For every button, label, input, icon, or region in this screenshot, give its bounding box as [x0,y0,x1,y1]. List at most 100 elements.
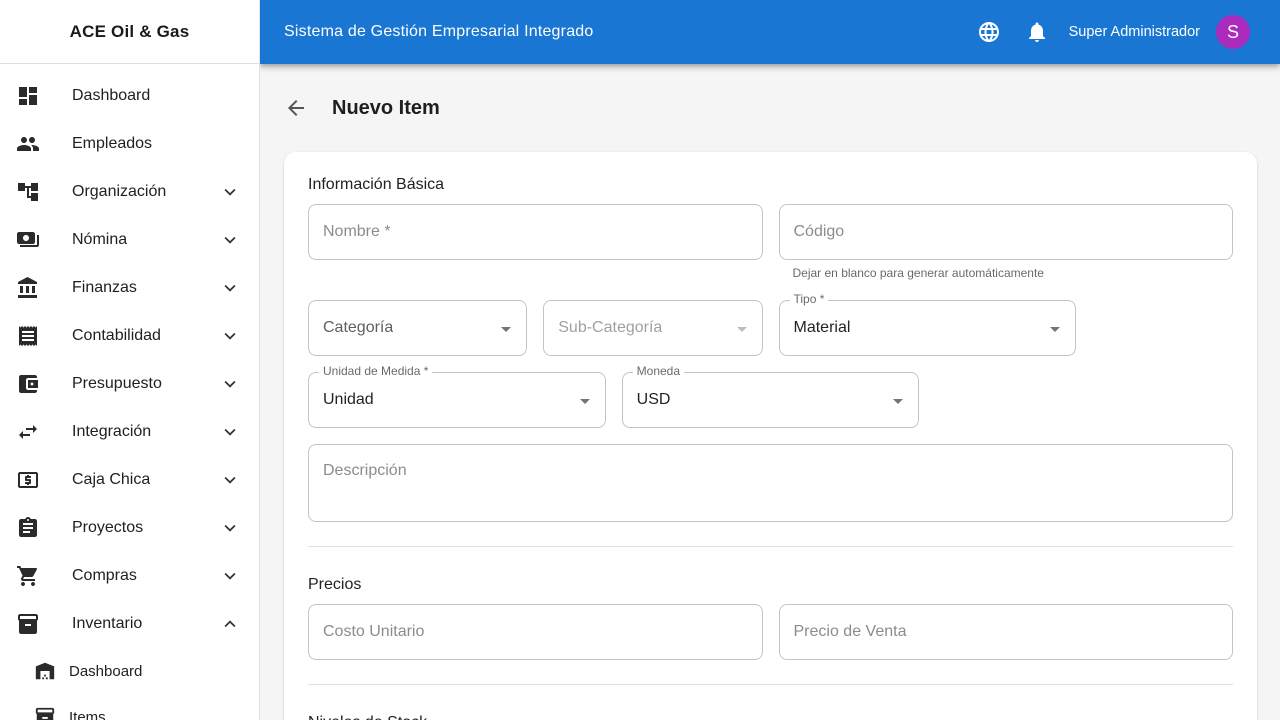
tipo-select-value: Material [793,319,851,337]
nombre-input[interactable] [308,204,763,260]
sidebar-item-label: Organización [72,183,167,200]
sidebar-item-label: Items [69,708,106,720]
chevron-down-icon [224,188,236,196]
sidebar-item-organizaci-n[interactable]: Organización [0,168,259,216]
sidebar-item-label: Compras [72,567,137,584]
sidebar-item-label: Finanzas [72,279,137,296]
subcategoria-select-text: Sub-Categoría [558,319,663,337]
bell-icon [1028,22,1045,42]
sidebar-item-empleados[interactable]: Empleados [0,120,259,168]
descripcion-textarea[interactable] [308,444,1233,523]
app-title: Sistema de Gestión Empresarial Integrado [284,23,594,40]
dropdown-arrow-icon [501,327,512,333]
sidebar-item-label: Integración [72,423,152,440]
page-header: Nuevo Item [284,84,1257,132]
chevron-down-icon [224,236,236,244]
inventory-box-icon [18,614,38,634]
unidad-select-value: Unidad [323,391,374,409]
notifications-button[interactable] [1017,12,1057,52]
dashboard-icon [19,87,37,105]
section-divider [308,546,1233,548]
chevron-down-icon [224,476,236,484]
wallet-icon [19,375,38,393]
back-button[interactable] [276,88,316,128]
dropdown-arrow-icon [893,399,904,405]
warehouse-icon [35,662,55,680]
app-root: ACE Oil & Gas Dashboard Empleados Organiza… [0,0,1280,720]
chevron-down-icon [224,380,236,388]
clipboard-icon [19,517,37,537]
cash-box-icon [18,472,38,488]
chevron-up-icon [224,620,236,628]
section-heading-stock: Niveles de Stock [308,714,1233,720]
sidebar-item-label: Dashboard [72,87,151,104]
sidebar-item-contabilidad[interactable]: Contabilidad [0,312,259,360]
section-divider [308,684,1233,686]
sidebar-item-label: Contabilidad [72,327,161,344]
org-tree-icon [18,183,38,201]
sidebar-item-label: Proyectos [72,519,144,536]
tipo-label: Tipo * [789,292,829,307]
chevron-down-icon [224,284,236,292]
topbar-actions: Super Administrador S [969,12,1250,52]
form-row-prices [308,604,1233,661]
codigo-input[interactable] [778,204,1233,260]
categoria-select-text: Categoría [323,319,394,337]
unidad-label: Unidad de Medida * [319,364,433,379]
sidebar-item-label: Empleados [72,135,153,152]
precio-venta-input[interactable] [778,604,1233,661]
dropdown-arrow-icon [1050,327,1061,333]
tipo-select[interactable]: Tipo * Material [778,292,1077,357]
sidebar-subitem-dashboard[interactable]: Dashboard [0,648,259,694]
user-avatar[interactable]: S [1216,15,1250,49]
chevron-down-icon [224,572,236,580]
user-name: Super Administrador [1068,24,1200,40]
codigo-helper-text: Dejar en blanco para generar automáticam… [792,266,1044,280]
sidebar-item-caja-chica[interactable]: Caja Chica [0,456,259,504]
swap-arrows-icon [19,425,37,439]
sidebar-item-proyectos[interactable]: Proyectos [0,504,259,552]
sidebar-item-inventario[interactable]: Inventario [0,600,259,648]
receipt-icon [19,326,37,346]
field-codigo-wrap: Dejar en blanco para generar automáticam… [778,204,1233,283]
form-row-unit-currency: Unidad de Medida * Unidad Moneda USD [308,364,1233,429]
dropdown-arrow-icon [736,327,747,333]
form-row-name-code: Dejar en blanco para generar automáticam… [308,204,1233,283]
language-button[interactable] [969,12,1009,52]
people-icon [17,137,39,151]
page-title: Nuevo Item [332,96,440,119]
sidebar-item-label: Nómina [72,231,128,248]
section-heading-prices: Precios [308,576,362,594]
field-costo-wrap [308,604,763,661]
sidebar: ACE Oil & Gas Dashboard Empleados Organiza… [0,0,260,720]
dropdown-arrow-icon [579,399,590,405]
chevron-down-icon [224,428,236,436]
sidebar-subitem-items[interactable]: Items [0,694,259,720]
sidebar-item-presupuesto[interactable]: Presupuesto [0,360,259,408]
back-arrow-icon [288,100,304,116]
sidebar-item-label: Dashboard [69,662,143,680]
sidebar-item-n-mina[interactable]: Nómina [0,216,259,264]
moneda-select[interactable]: Moneda USD [621,364,920,429]
topbar: Sistema de Gestión Empresarial Integrado… [260,0,1280,64]
sidebar-item-label: Inventario [72,615,143,632]
content-column: Sistema de Gestión Empresarial Integrado… [260,0,1280,720]
field-nombre-wrap [308,204,763,283]
sidebar-item-dashboard[interactable]: Dashboard [0,72,259,120]
brand-title: ACE Oil & Gas [0,0,259,64]
sidebar-item-integraci-n[interactable]: Integración [0,408,259,456]
chevron-down-icon [224,332,236,340]
shopping-cart-icon [17,565,37,586]
sidebar-item-finanzas[interactable]: Finanzas [0,264,259,312]
payments-icon [17,232,39,247]
form-row-category-type: Categoría Sub-Categoría Tipo * Material [308,292,1233,357]
items-box-icon [35,707,55,720]
bank-icon [18,277,37,298]
categoria-select[interactable]: Categoría [308,300,528,357]
sidebar-item-compras[interactable]: Compras [0,552,259,600]
costo-unitario-input[interactable] [308,604,763,661]
unidad-select[interactable]: Unidad de Medida * Unidad [308,364,606,429]
main-content: Nuevo Item Información Básica Dejar en b… [260,64,1280,720]
form-card: Información Básica Dejar en blanco para … [284,152,1257,720]
moneda-label: Moneda [632,364,685,379]
